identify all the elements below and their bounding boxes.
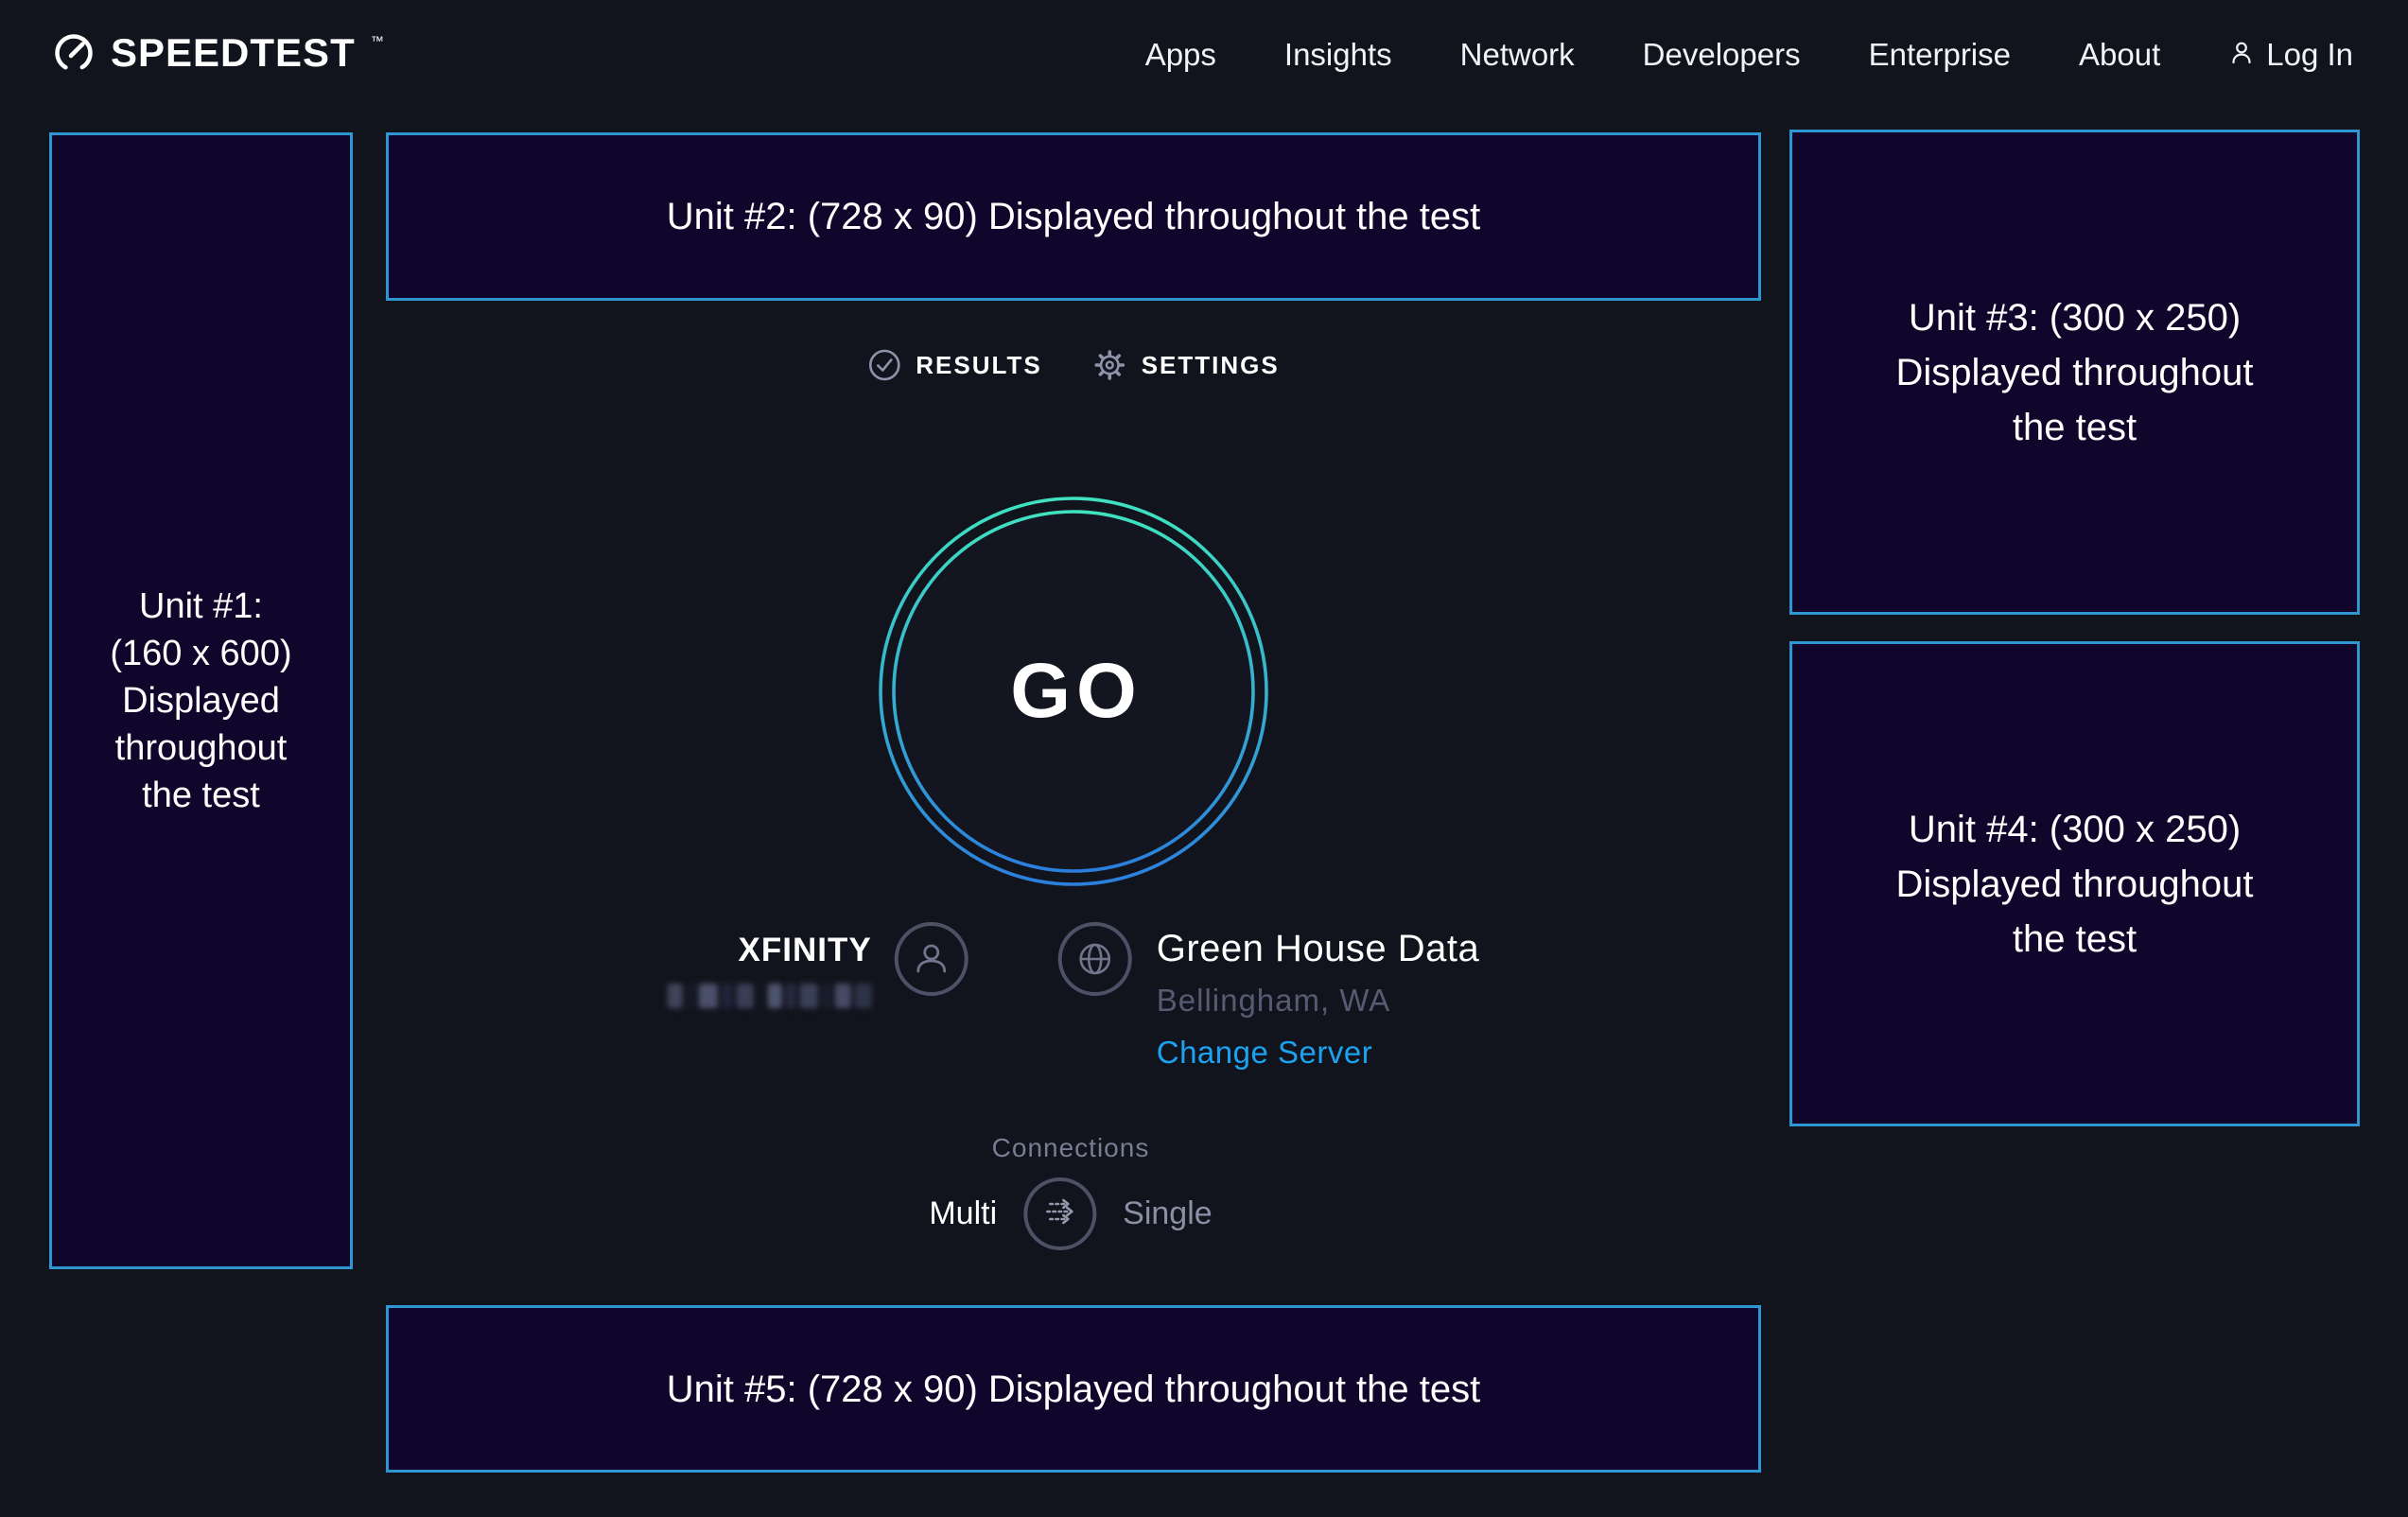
ad-text-line: the test xyxy=(142,772,260,819)
go-button[interactable]: GO xyxy=(878,496,1269,887)
ad-text-line: Unit #4: (300 x 250) xyxy=(1909,802,2241,857)
ad-text-line: Unit #2: (728 x 90) Displayed throughout… xyxy=(667,189,1481,244)
server-location: Bellingham, WA xyxy=(1157,983,1480,1019)
user-icon xyxy=(2228,37,2255,73)
connections-toggle-row: Multi Single xyxy=(929,1177,1212,1250)
server-info: Green House Data Bellingham, WA Change S… xyxy=(1058,922,1480,1071)
header: SPEEDTEST ™ Apps Insights Network Develo… xyxy=(0,0,2408,110)
ad-text-line: Displayed throughout xyxy=(1895,345,2253,400)
ad-text-line: Unit #1: xyxy=(139,583,263,630)
multi-arrows-icon xyxy=(1038,1189,1083,1239)
tab-results-label: RESULTS xyxy=(916,351,1041,380)
main-nav: Apps Insights Network Developers Enterpr… xyxy=(1145,37,2353,73)
ad-unit-4[interactable]: Unit #4: (300 x 250) Displayed throughou… xyxy=(1789,641,2360,1126)
tab-settings-label: SETTINGS xyxy=(1142,351,1280,380)
change-server-link[interactable]: Change Server xyxy=(1157,1035,1480,1071)
nav-item-developers[interactable]: Developers xyxy=(1643,37,1801,73)
isp-text-block: XFINITY xyxy=(668,932,872,1008)
isp-user-icon xyxy=(895,922,968,996)
nav-item-apps[interactable]: Apps xyxy=(1145,37,1216,73)
connections-option-single[interactable]: Single xyxy=(1123,1195,1213,1232)
isp-info: XFINITY xyxy=(668,922,968,1008)
tab-results[interactable]: RESULTS xyxy=(867,348,1041,382)
server-name: Green House Data xyxy=(1157,928,1480,970)
tab-bar: RESULTS xyxy=(867,348,1279,382)
globe-icon xyxy=(1058,922,1132,996)
nav-item-login[interactable]: Log In xyxy=(2228,37,2353,73)
ad-text-line: Unit #5: (728 x 90) Displayed throughout… xyxy=(667,1362,1481,1417)
logo-trademark: ™ xyxy=(371,33,384,48)
ad-unit-3[interactable]: Unit #3: (300 x 250) Displayed throughou… xyxy=(1789,130,2360,615)
speedtest-page: SPEEDTEST ™ Apps Insights Network Develo… xyxy=(0,0,2408,1517)
ad-unit-1[interactable]: Unit #1: (160 x 600) Displayed throughou… xyxy=(49,132,353,1269)
ad-unit-2[interactable]: Unit #2: (728 x 90) Displayed throughout… xyxy=(386,132,1761,301)
login-label: Log In xyxy=(2266,37,2353,73)
nav-item-insights[interactable]: Insights xyxy=(1284,37,1392,73)
connections-label: Connections xyxy=(992,1133,1150,1163)
isp-name: XFINITY xyxy=(668,932,872,969)
nav-item-about[interactable]: About xyxy=(2079,37,2160,73)
ad-text-line: throughout xyxy=(115,724,288,772)
ad-unit-5[interactable]: Unit #5: (728 x 90) Displayed throughout… xyxy=(386,1305,1761,1473)
connection-info-row: XFINITY xyxy=(668,922,1480,1071)
nav-item-network[interactable]: Network xyxy=(1460,37,1575,73)
isp-ip-obscured xyxy=(668,984,872,1008)
speedometer-icon xyxy=(52,31,96,79)
ad-text-line: the test xyxy=(2013,912,2137,967)
ad-text-line: Displayed xyxy=(122,677,280,724)
ad-text-line: (160 x 600) xyxy=(110,630,291,677)
nav-item-enterprise[interactable]: Enterprise xyxy=(1869,37,2011,73)
tab-settings[interactable]: SETTINGS xyxy=(1093,348,1280,382)
logo-text: SPEEDTEST xyxy=(111,31,356,75)
ad-text-line: Displayed throughout xyxy=(1895,857,2253,912)
ad-text-line: the test xyxy=(2013,400,2137,455)
gear-icon xyxy=(1093,348,1127,382)
ad-text-line: Unit #3: (300 x 250) xyxy=(1909,290,2241,345)
check-circle-icon xyxy=(867,348,901,382)
logo[interactable]: SPEEDTEST ™ xyxy=(52,31,384,79)
go-label: GO xyxy=(878,496,1269,887)
connections-toggle-button[interactable] xyxy=(1023,1177,1096,1250)
server-text-block: Green House Data Bellingham, WA Change S… xyxy=(1157,928,1480,1071)
connections-option-multi[interactable]: Multi xyxy=(929,1195,997,1232)
